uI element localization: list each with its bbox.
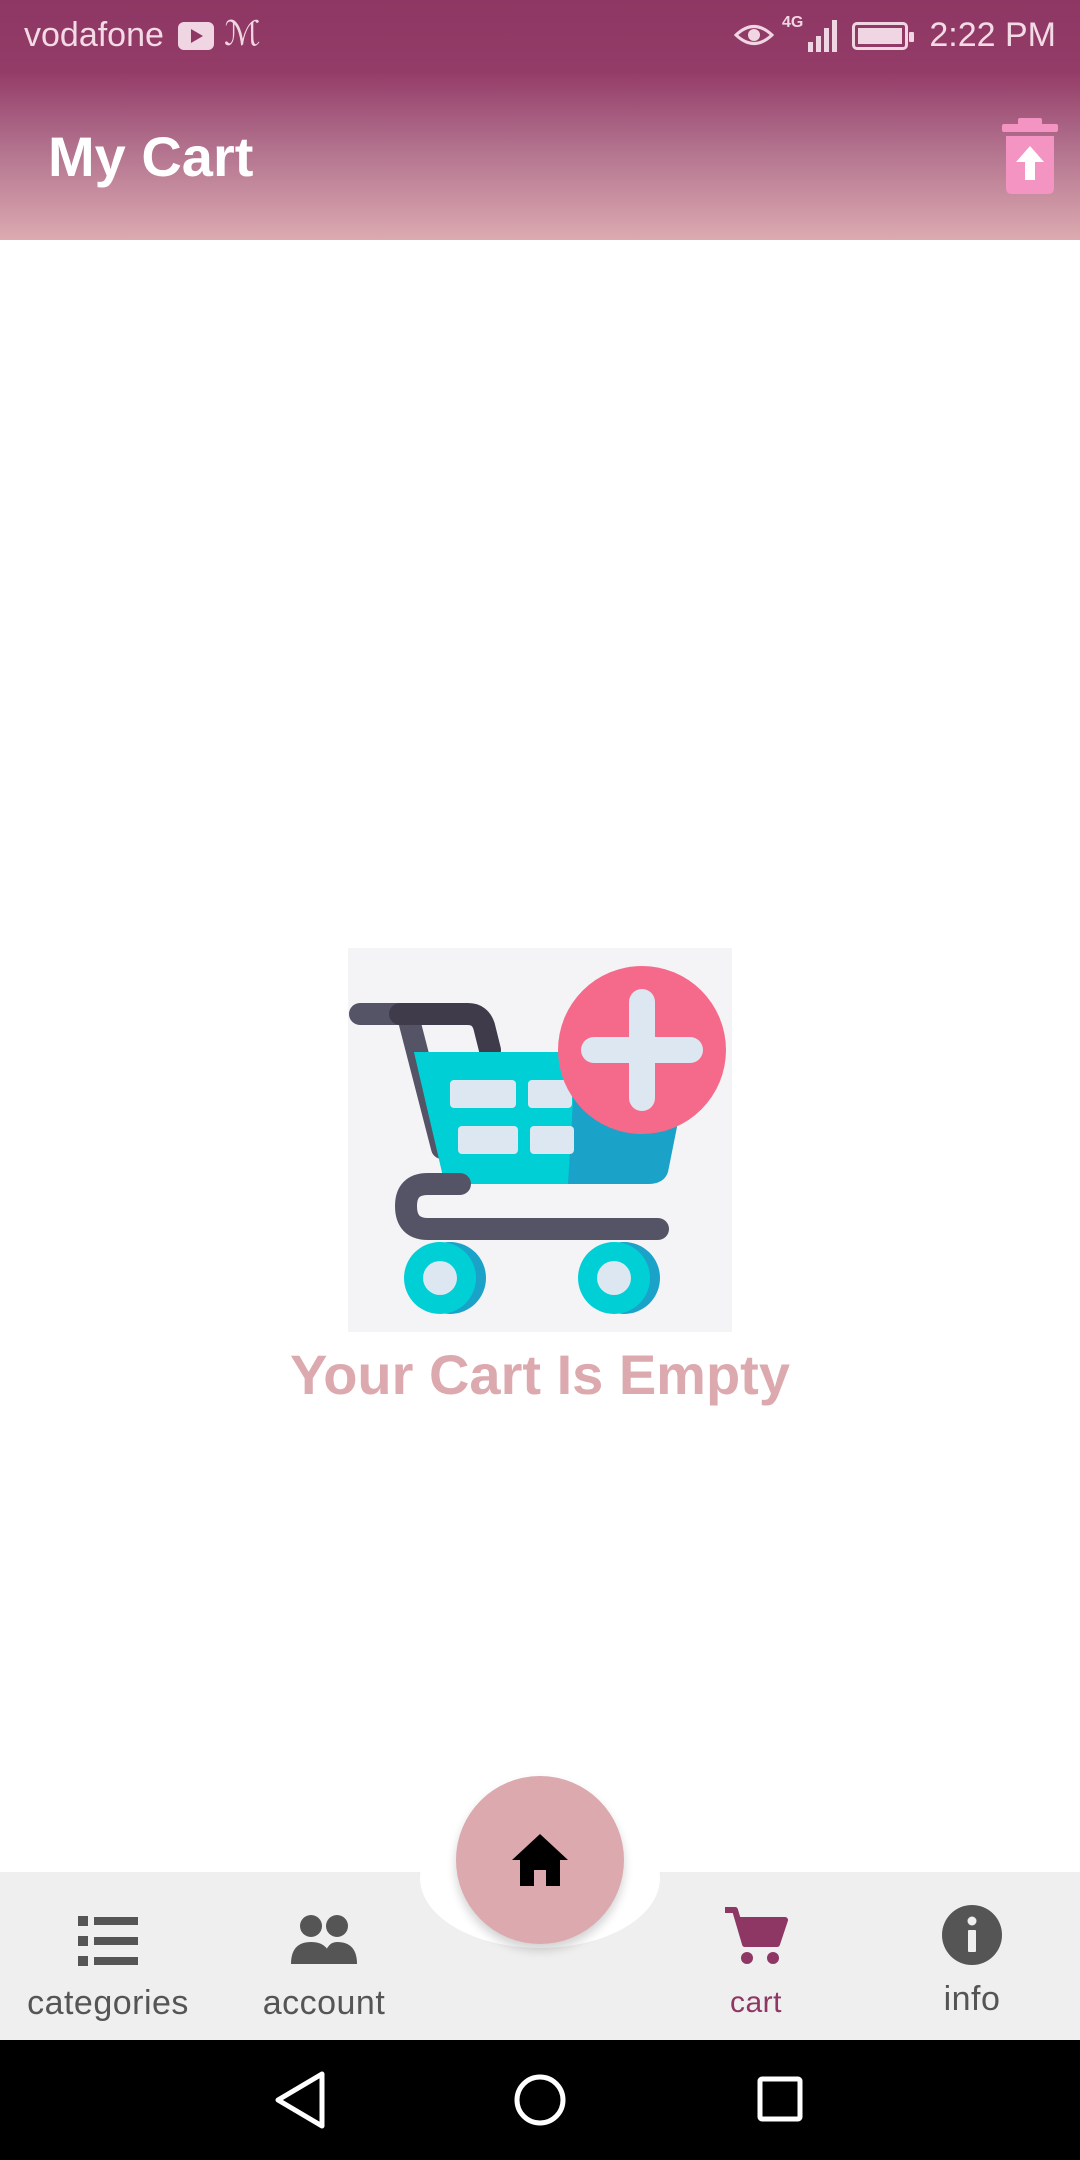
carrier-name: vodafone <box>24 16 164 54</box>
nav-item-categories[interactable]: categories <box>0 1880 216 2030</box>
home-icon <box>512 1834 568 1886</box>
nav-item-info[interactable]: info <box>864 1880 1080 2030</box>
add-to-cart-icon <box>348 948 732 1332</box>
back-icon[interactable] <box>260 2060 340 2140</box>
delete-restore-icon[interactable] <box>1000 118 1060 194</box>
info-icon <box>942 1905 1002 1965</box>
empty-cart-message: Your Cart Is Empty <box>290 1343 790 1406</box>
recents-icon[interactable] <box>740 2060 820 2140</box>
system-navigation-bar <box>0 2040 1080 2160</box>
youtube-icon <box>178 22 214 50</box>
signal-icon <box>808 20 837 52</box>
nav-item-account[interactable]: account <box>216 1880 432 2030</box>
battery-icon <box>852 22 914 50</box>
cart-icon <box>725 1907 788 1964</box>
nav-item-cart[interactable]: cart <box>648 1880 864 2030</box>
home-button[interactable] <box>456 1776 624 1944</box>
clock: 2:22 PM <box>929 16 1056 54</box>
nav-label-info: info <box>943 1980 1001 2018</box>
page-title: My Cart <box>48 125 254 188</box>
gmail-icon: ℳ <box>224 15 261 53</box>
network-type: 4G <box>782 14 804 31</box>
people-icon <box>291 1915 357 1964</box>
eye-comfort-icon <box>734 25 774 45</box>
home-circle-icon[interactable] <box>500 2060 580 2140</box>
nav-label-categories: categories <box>27 1984 189 2022</box>
nav-label-account: account <box>262 1984 386 2022</box>
list-icon <box>78 1916 138 1966</box>
status-bar: vodafone ℳ 4G 2:22 PM <box>0 0 1080 74</box>
nav-label-cart: cart <box>729 1986 782 2019</box>
